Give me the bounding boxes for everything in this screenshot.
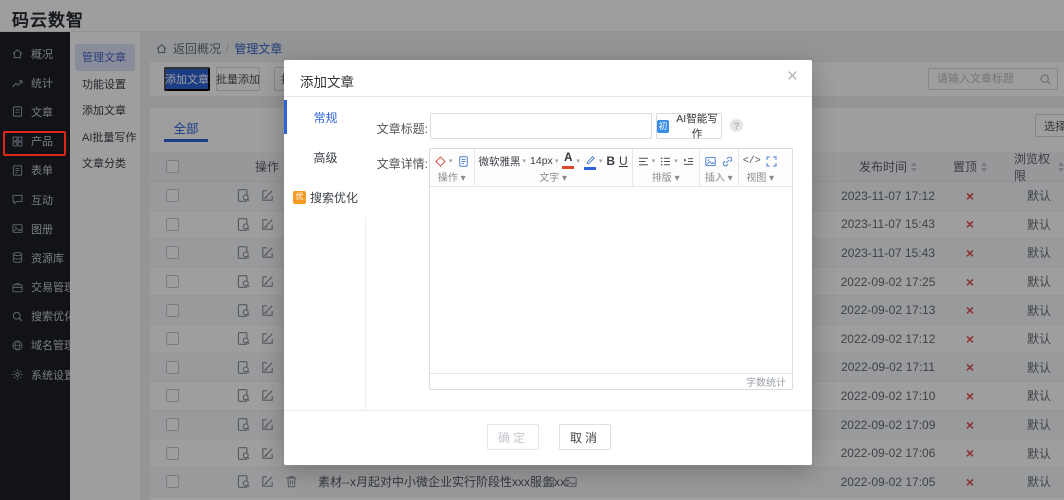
chevron-down-icon: ▾ — [523, 157, 527, 165]
font-color-icon[interactable]: A▾ — [562, 153, 580, 169]
chevron-down-icon: ▾ — [599, 157, 603, 165]
rich-text-editor: ▾操作 ▾微软雅黑▾14px▾A▾▾BU文字 ▾▾▾排版 ▾插入 ▾</>视图 … — [429, 148, 793, 390]
modal-footer-divider — [284, 410, 812, 411]
cancel-button[interactable]: 取消 — [559, 424, 611, 450]
toolbar-text-item[interactable]: B — [606, 154, 615, 168]
toolbar-group-label[interactable]: 文字 ▾ — [479, 172, 628, 185]
align-icon[interactable]: ▾ — [637, 155, 656, 168]
app-window: 码云数智 概况统计文章产品表单互动图册资源库交易管理搜索优化域名管理系统设置 管… — [0, 0, 1064, 500]
chevron-down-icon: ▾ — [555, 157, 559, 165]
ai-badge-icon: 初 — [657, 120, 669, 133]
toolbar-group-label[interactable]: 插入 ▾ — [704, 172, 734, 185]
toolbar-group: 插入 ▾ — [700, 149, 739, 186]
modal-header: 添加文章 × — [284, 60, 812, 97]
paste-icon[interactable] — [457, 155, 470, 168]
chevron-down-icon: ▾ — [674, 157, 678, 165]
close-icon[interactable]: × — [787, 67, 798, 86]
toolbar-group: ▾ ▾ 排版 ▾ — [633, 149, 700, 186]
editor-toolbar: ▾操作 ▾微软雅黑▾14px▾A▾▾BU文字 ▾▾▾排版 ▾插入 ▾</>视图 … — [430, 149, 792, 187]
chevron-down-icon: ▾ — [652, 157, 656, 165]
toolbar-text-item[interactable]: U — [619, 154, 628, 168]
add-article-modal: 添加文章 × 常规高级优搜索优化 文章标题: 初 AI智能写作 ? 文章详情: … — [284, 60, 812, 465]
toolbar-group: ▾ 操作 ▾ — [430, 149, 475, 186]
indent-icon[interactable] — [682, 155, 695, 168]
word-count-label[interactable]: 字数统计 — [746, 374, 786, 389]
chevron-down-icon: ▾ — [449, 157, 453, 165]
code-icon[interactable]: </> — [743, 156, 761, 167]
confirm-button[interactable]: 确定 — [487, 424, 539, 450]
ai-write-button[interactable]: 初 AI智能写作 — [656, 113, 722, 139]
image-icon[interactable] — [704, 155, 717, 168]
toolbar-group: 微软雅黑▾14px▾A▾▾BU文字 ▾ — [475, 149, 633, 186]
toolbar-group-label[interactable]: 视图 ▾ — [743, 172, 778, 185]
modal-title: 添加文章 — [300, 71, 354, 91]
toolbar-group: </> 视图 ▾ — [739, 149, 782, 186]
editor-status-bar: 字数统计 — [430, 373, 792, 389]
toolbar-group-label[interactable]: 排版 ▾ — [637, 172, 695, 185]
editor-content[interactable] — [430, 187, 792, 373]
article-title-input[interactable] — [430, 113, 652, 139]
fullscreen-icon[interactable] — [765, 155, 778, 168]
format-brush-icon[interactable]: ▾ — [434, 155, 453, 168]
modal-tab[interactable]: 常规 — [284, 97, 367, 137]
article-title-label: 文章标题: — [368, 120, 428, 137]
seo-badge-icon: 优 — [293, 191, 306, 204]
list-icon[interactable]: ▾ — [659, 155, 678, 168]
modal-tab[interactable]: 优搜索优化 — [284, 177, 367, 217]
modal-tab-list: 常规高级优搜索优化 — [284, 97, 366, 410]
toolbar-group-label[interactable]: 操作 ▾ — [434, 172, 470, 185]
chevron-down-icon: ▾ — [576, 157, 580, 165]
article-detail-label: 文章详情: — [368, 155, 428, 172]
highlight-icon[interactable]: ▾ — [584, 153, 603, 170]
toolbar-text-item[interactable]: 14px▾ — [530, 155, 558, 167]
toolbar-text-item[interactable]: 微软雅黑▾ — [479, 154, 527, 169]
modal-tab[interactable]: 高级 — [284, 137, 367, 177]
link-icon[interactable] — [721, 155, 734, 168]
help-icon[interactable]: ? — [730, 119, 743, 132]
